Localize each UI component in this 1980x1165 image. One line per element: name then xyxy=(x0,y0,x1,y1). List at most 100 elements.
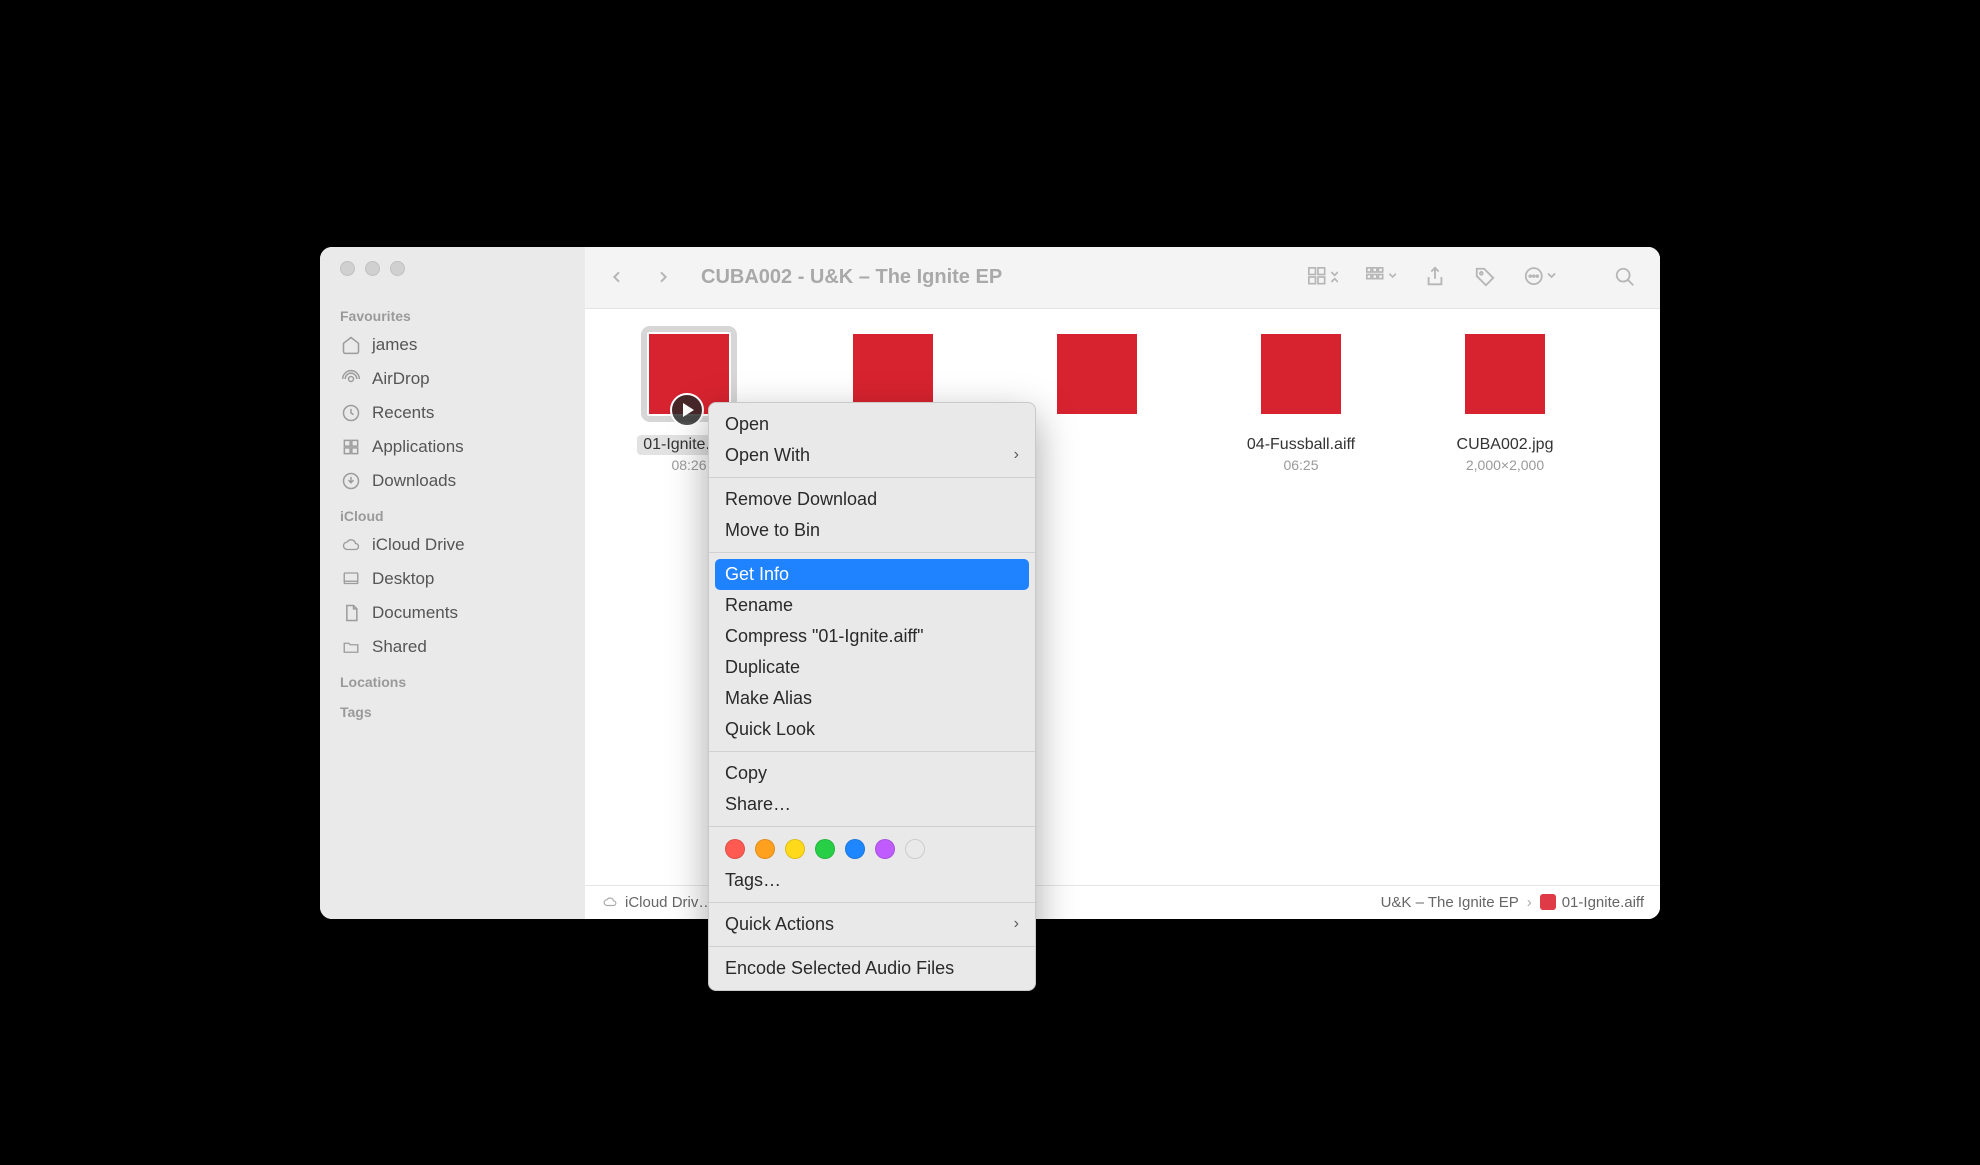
desktop-icon xyxy=(340,568,362,590)
sidebar-section-icloud: iCloud xyxy=(320,498,585,528)
finder-window: Favourites james AirDrop Recents Applica… xyxy=(320,247,1660,919)
sidebar-item-label: Downloads xyxy=(372,471,456,491)
chevron-right-icon: › xyxy=(1527,894,1532,911)
sidebar-section-tags: Tags xyxy=(320,694,585,724)
file-meta-label: 06:25 xyxy=(1283,457,1318,473)
path-crumb-folder[interactable]: U&K – The Ignite EP xyxy=(1381,894,1519,911)
sidebar-item-documents[interactable]: Documents xyxy=(320,596,585,630)
tag-color-yellow[interactable] xyxy=(785,839,805,859)
airdrop-icon xyxy=(340,368,362,390)
menu-tags[interactable]: Tags… xyxy=(709,865,1035,896)
menu-separator xyxy=(709,477,1035,478)
menu-separator xyxy=(709,902,1035,903)
file-meta-label: 2,000×2,000 xyxy=(1466,457,1544,473)
window-controls xyxy=(320,261,585,276)
menu-compress[interactable]: Compress "01-Ignite.aiff" xyxy=(709,621,1035,652)
sidebar-item-shared[interactable]: Shared xyxy=(320,630,585,664)
tag-color-blue[interactable] xyxy=(845,839,865,859)
context-menu: Open Open With› Remove Download Move to … xyxy=(708,402,1036,991)
sidebar-item-label: Shared xyxy=(372,637,427,657)
group-by-button[interactable] xyxy=(1366,266,1396,288)
file-thumbnail: cuba xyxy=(1256,329,1346,419)
file-name-label: 04-Fussball.aiff xyxy=(1241,435,1361,455)
search-button[interactable] xyxy=(1614,266,1636,288)
menu-share[interactable]: Share… xyxy=(709,789,1035,820)
play-icon[interactable] xyxy=(670,393,704,427)
downloads-icon xyxy=(340,470,362,492)
file-item-04-fussball[interactable]: cuba 04-Fussball.aiff 06:25 xyxy=(1227,329,1375,473)
path-crumb-file[interactable]: 01-Ignite.aiff xyxy=(1540,894,1644,911)
home-icon xyxy=(340,334,362,356)
close-window-button[interactable] xyxy=(340,261,355,276)
cloud-icon xyxy=(601,895,619,909)
sidebar-item-recents[interactable]: Recents xyxy=(320,396,585,430)
sidebar-item-desktop[interactable]: Desktop xyxy=(320,562,585,596)
sidebar-section-favourites: Favourites xyxy=(320,298,585,328)
menu-separator xyxy=(709,751,1035,752)
back-button[interactable] xyxy=(609,267,625,287)
document-icon xyxy=(340,602,362,624)
sidebar-item-applications[interactable]: Applications xyxy=(320,430,585,464)
menu-remove-download[interactable]: Remove Download xyxy=(709,484,1035,515)
sidebar-item-icloud-drive[interactable]: iCloud Drive xyxy=(320,528,585,562)
chevron-right-icon: › xyxy=(1014,915,1019,933)
menu-quick-look[interactable]: Quick Look xyxy=(709,714,1035,745)
share-button[interactable] xyxy=(1424,265,1446,289)
tags-button[interactable] xyxy=(1474,266,1496,288)
cloud-icon xyxy=(340,534,362,556)
file-name-label: CUBA002.jpg xyxy=(1451,435,1560,455)
view-mode-button[interactable] xyxy=(1308,266,1338,288)
shared-folder-icon xyxy=(340,636,362,658)
file-thumbnail: cuba xyxy=(1052,329,1142,419)
menu-separator xyxy=(709,826,1035,827)
sidebar-item-airdrop[interactable]: AirDrop xyxy=(320,362,585,396)
path-crumb-label: 01-Ignite.aiff xyxy=(1562,894,1644,911)
menu-duplicate[interactable]: Duplicate xyxy=(709,652,1035,683)
path-crumb-label: iCloud Driv… xyxy=(625,894,713,911)
zoom-window-button[interactable] xyxy=(390,261,405,276)
tag-color-purple[interactable] xyxy=(875,839,895,859)
sidebar-section-locations: Locations xyxy=(320,664,585,694)
tag-color-none[interactable] xyxy=(905,839,925,859)
menu-rename[interactable]: Rename xyxy=(709,590,1035,621)
path-crumb-icloud[interactable]: iCloud Driv… xyxy=(601,894,713,911)
sidebar: Favourites james AirDrop Recents Applica… xyxy=(320,247,585,919)
tag-color-green[interactable] xyxy=(815,839,835,859)
file-item-cuba002-jpg[interactable]: cuba CUBA002.jpg 2,000×2,000 xyxy=(1431,329,1579,473)
menu-separator xyxy=(709,946,1035,947)
tag-color-orange[interactable] xyxy=(755,839,775,859)
clock-icon xyxy=(340,402,362,424)
file-item-03[interactable]: cuba xyxy=(1023,329,1171,419)
sidebar-item-label: iCloud Drive xyxy=(372,535,465,555)
file-thumbnail: cuba xyxy=(1460,329,1550,419)
minimize-window-button[interactable] xyxy=(365,261,380,276)
nav-buttons xyxy=(609,267,671,287)
menu-open[interactable]: Open xyxy=(709,409,1035,440)
path-crumb-label: U&K – The Ignite EP xyxy=(1381,894,1519,911)
aiff-file-icon xyxy=(1540,894,1556,910)
sidebar-item-label: james xyxy=(372,335,417,355)
file-meta-label: 08:26 xyxy=(671,457,706,473)
actions-button[interactable] xyxy=(1524,266,1556,288)
menu-get-info[interactable]: Get Info xyxy=(715,559,1029,590)
forward-button[interactable] xyxy=(655,267,671,287)
sidebar-item-label: Desktop xyxy=(372,569,434,589)
menu-open-with[interactable]: Open With› xyxy=(709,440,1035,471)
sidebar-item-label: Applications xyxy=(372,437,464,457)
applications-icon xyxy=(340,436,362,458)
menu-separator xyxy=(709,552,1035,553)
menu-quick-actions[interactable]: Quick Actions› xyxy=(709,909,1035,940)
window-title: CUBA002 - U&K – The Ignite EP xyxy=(701,266,1002,289)
sidebar-item-label: Documents xyxy=(372,603,458,623)
chevron-right-icon: › xyxy=(1014,446,1019,464)
menu-tag-colors xyxy=(709,833,1035,865)
sidebar-item-label: Recents xyxy=(372,403,434,423)
menu-move-to-bin[interactable]: Move to Bin xyxy=(709,515,1035,546)
menu-copy[interactable]: Copy xyxy=(709,758,1035,789)
sidebar-item-home[interactable]: james xyxy=(320,328,585,362)
menu-encode-audio[interactable]: Encode Selected Audio Files xyxy=(709,953,1035,984)
sidebar-item-downloads[interactable]: Downloads xyxy=(320,464,585,498)
menu-make-alias[interactable]: Make Alias xyxy=(709,683,1035,714)
tag-color-red[interactable] xyxy=(725,839,745,859)
toolbar: CUBA002 - U&K – The Ignite EP xyxy=(585,247,1660,309)
